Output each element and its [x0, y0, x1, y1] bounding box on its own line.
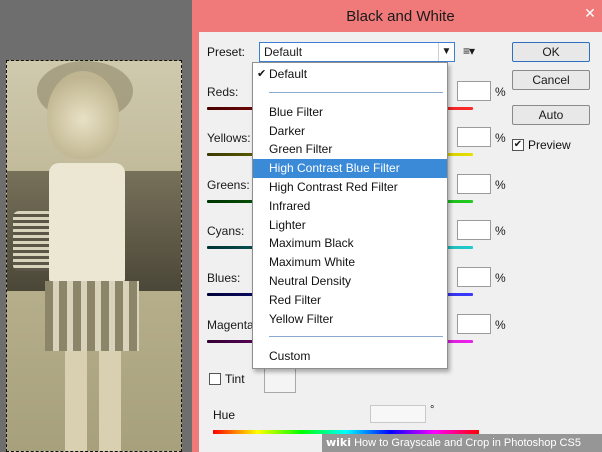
menu-item-label: High Contrast Blue Filter [269, 161, 400, 176]
hue-value-field[interactable] [370, 405, 426, 423]
slider-label: Greens: [207, 178, 250, 192]
slider-label: Yellows: [207, 131, 251, 145]
slider-value-field[interactable] [457, 81, 491, 101]
menu-item[interactable]: Lighter [253, 216, 447, 235]
menu-item-label: Maximum White [269, 255, 356, 270]
menu-item[interactable]: Infrared [253, 197, 447, 216]
hue-label: Hue [213, 408, 236, 422]
menu-item[interactable]: Maximum White [253, 253, 447, 272]
slider-label: Blues: [207, 271, 241, 285]
menu-item-label: Maximum Black [269, 236, 354, 251]
tint-checkbox[interactable] [209, 373, 221, 385]
photo-shirt [49, 163, 125, 283]
menu-item[interactable]: Red Filter [253, 291, 447, 310]
menu-item[interactable]: High Contrast Blue Filter [253, 159, 447, 179]
ok-button[interactable]: OK [512, 42, 590, 62]
tint-color-swatch[interactable] [264, 365, 296, 393]
menu-item[interactable]: High Contrast Red Filter [253, 178, 447, 197]
menu-item-label: Yellow Filter [269, 311, 334, 326]
close-icon[interactable]: ✕ [579, 4, 601, 22]
slider-value-field[interactable] [457, 174, 491, 194]
photo-selection[interactable] [6, 60, 182, 452]
menu-item-label: Custom [269, 349, 311, 364]
watermark: wiki How to Grayscale and Crop in Photos… [322, 434, 602, 452]
menu-separator [269, 336, 443, 338]
photo-car-grille [13, 211, 53, 271]
menu-item[interactable]: ✔ Default [253, 65, 447, 84]
document-canvas [0, 0, 192, 452]
menu-item-label: Infrared [269, 198, 311, 213]
slider-unit: % [495, 271, 506, 285]
slider-value-field[interactable] [457, 267, 491, 287]
menu-item[interactable]: Custom [253, 347, 447, 366]
dialog-title: Black and White [346, 8, 455, 25]
photo-shorts [45, 281, 139, 351]
dialog-titlebar[interactable]: Black and White ✕ [192, 0, 602, 32]
menu-item-label: Red Filter [269, 292, 322, 307]
preset-select-value: Default [264, 45, 303, 59]
checkmark-icon: ✔ [257, 68, 267, 80]
slider-label: Cyans: [207, 224, 245, 238]
menu-item-label: Neutral Density [269, 274, 352, 288]
menu-item[interactable]: Green Filter [253, 140, 447, 159]
preset-options-icon[interactable]: ≡▾ [463, 44, 475, 58]
slider-unit: % [495, 131, 506, 145]
menu-item-label: Lighter [269, 217, 306, 232]
menu-item-label: Default [269, 67, 308, 81]
preset-select[interactable]: Default ▼ [259, 42, 455, 62]
menu-item[interactable]: Neutral Density [253, 272, 447, 291]
menu-item[interactable]: Darker [253, 122, 447, 141]
menu-item[interactable]: Yellow Filter [253, 310, 447, 329]
slider-unit: % [495, 85, 506, 99]
menu-item-label: Green Filter [269, 142, 333, 157]
preview-checkbox[interactable]: ✔ [512, 139, 524, 151]
preset-dropdown-menu: ✔ Default Blue Filter Darker Green Filter Hig… [252, 62, 448, 369]
slider-unit: % [495, 224, 506, 238]
menu-item[interactable]: Maximum Black [253, 234, 447, 253]
slider-value-field[interactable] [457, 220, 491, 240]
watermark-text: How to Grayscale and Crop in Photoshop C… [354, 437, 581, 449]
menu-item-label: Blue Filter [269, 104, 324, 119]
menu-item-label: Darker [269, 123, 306, 138]
preset-label: Preset: [207, 45, 246, 59]
preview-label: Preview [528, 138, 571, 152]
slider-value-field[interactable] [457, 314, 491, 334]
photo-legs [65, 351, 121, 451]
menu-separator [269, 91, 443, 93]
tint-label: Tint [225, 372, 245, 386]
slider-value-field[interactable] [457, 127, 491, 147]
hue-unit: ° [430, 404, 435, 416]
cancel-button[interactable]: Cancel [512, 70, 590, 90]
slider-unit: % [495, 318, 506, 332]
chevron-down-icon[interactable]: ▼ [438, 43, 454, 61]
menu-item-label: High Contrast Red Filter [269, 180, 398, 194]
watermark-brand: wiki [326, 436, 352, 449]
auto-button[interactable]: Auto [512, 105, 590, 125]
photo-head [47, 71, 119, 159]
slider-label: Reds: [207, 85, 239, 99]
slider-unit: % [495, 178, 506, 192]
menu-item[interactable]: Blue Filter [253, 103, 447, 122]
